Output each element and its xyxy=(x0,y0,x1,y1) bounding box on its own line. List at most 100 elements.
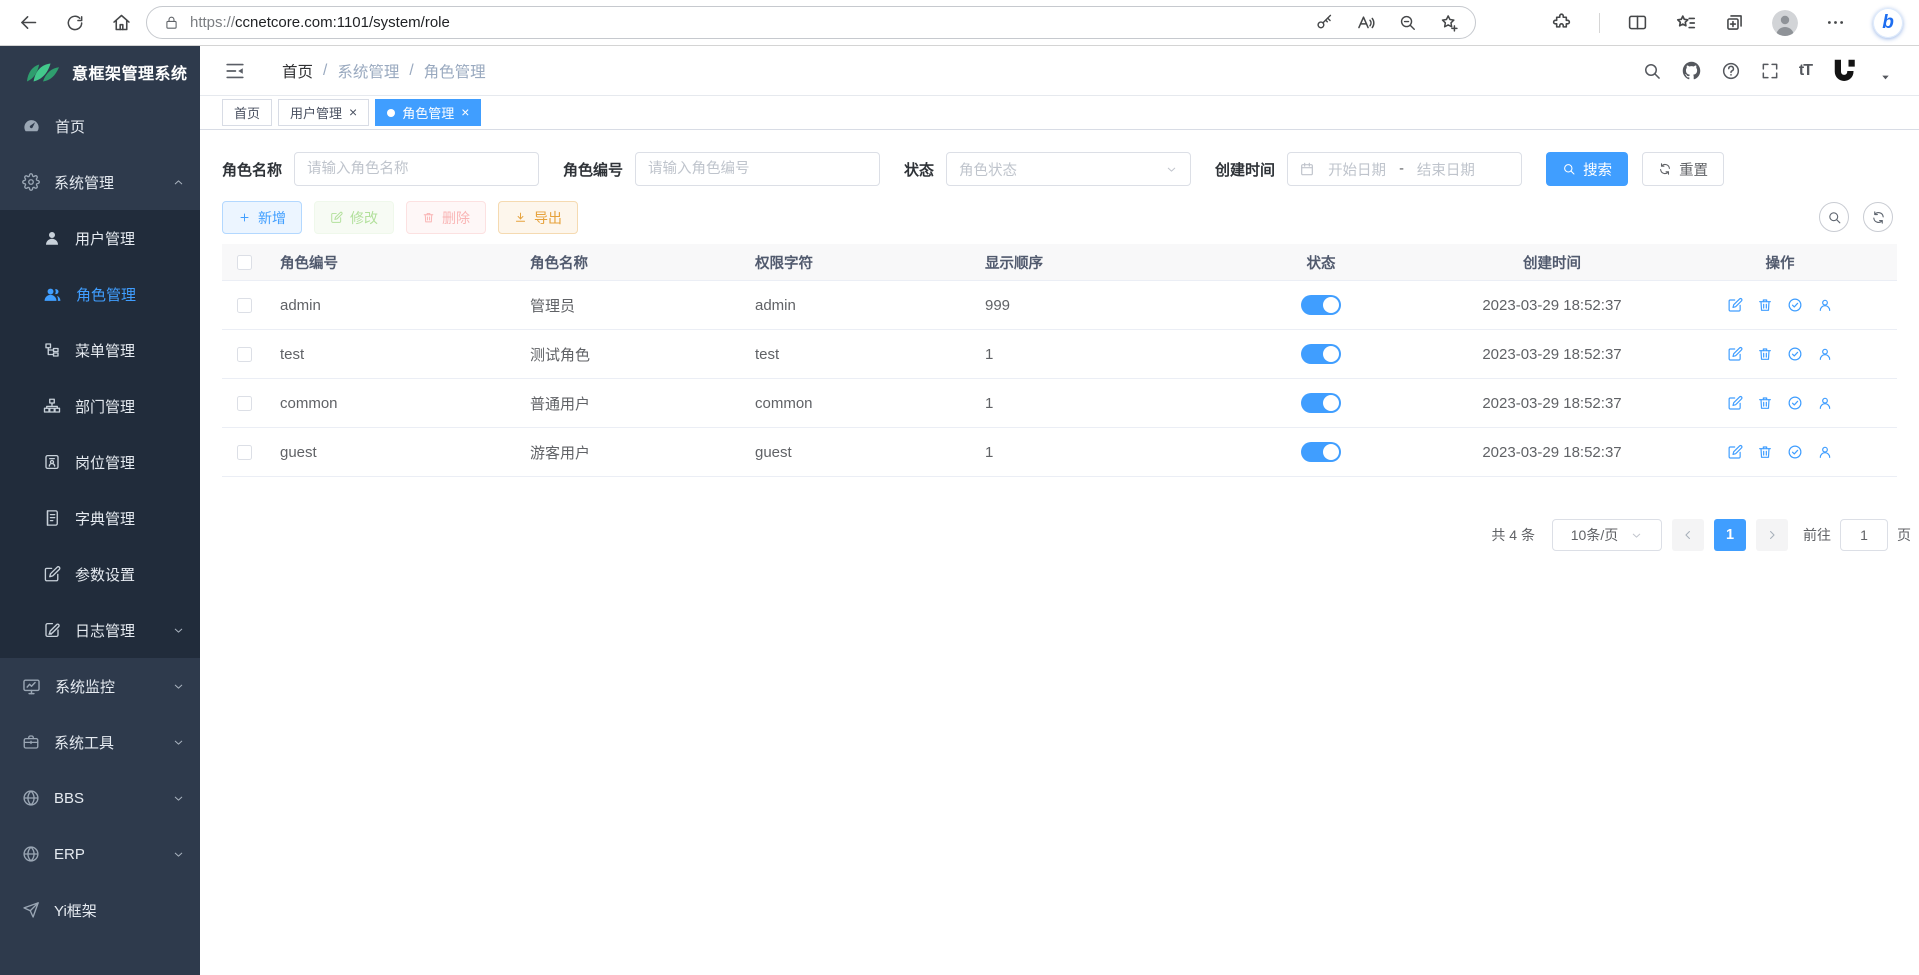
prev-page-button[interactable] xyxy=(1672,519,1704,551)
row-checkbox[interactable] xyxy=(237,396,252,411)
page-size-select[interactable]: 10条/页 xyxy=(1552,519,1662,551)
row-edit-icon[interactable] xyxy=(1727,297,1743,313)
role-code-input[interactable] xyxy=(635,152,880,186)
search-toggle-button[interactable] xyxy=(1819,202,1849,232)
settings-more-icon[interactable] xyxy=(1825,12,1846,33)
fullscreen-icon[interactable] xyxy=(1760,61,1780,81)
sidebar-item-dept-mgmt[interactable]: 部门管理 xyxy=(0,378,200,434)
status-select[interactable]: 角色状态 xyxy=(946,152,1191,186)
status-toggle[interactable] xyxy=(1301,442,1341,462)
github-icon[interactable] xyxy=(1681,60,1702,81)
breadcrumb-home[interactable]: 首页 xyxy=(282,60,313,82)
sidebar-item-system-mgmt[interactable]: 系统管理 xyxy=(0,154,200,210)
row-data-scope-icon[interactable] xyxy=(1787,395,1803,411)
add-button[interactable]: 新增 xyxy=(222,201,302,234)
delete-button[interactable]: 删除 xyxy=(406,201,486,234)
sidebar-item-bbs[interactable]: BBS xyxy=(0,770,200,826)
sidebar-item-yi-framework[interactable]: Yi框架 xyxy=(0,882,200,938)
profile-avatar[interactable] xyxy=(1772,10,1798,36)
row-delete-icon[interactable] xyxy=(1757,346,1773,362)
row-checkbox[interactable] xyxy=(237,298,252,313)
add-button-label: 新增 xyxy=(258,208,286,228)
zoom-out-icon[interactable] xyxy=(1398,13,1417,32)
lock-icon[interactable] xyxy=(163,14,180,31)
browser-essentials-icon[interactable] xyxy=(1551,12,1572,33)
calendar-icon xyxy=(1299,161,1315,177)
role-name-input[interactable] xyxy=(294,152,539,186)
read-aloud-icon[interactable] xyxy=(1356,13,1376,33)
select-all-checkbox[interactable] xyxy=(237,255,252,270)
row-edit-icon[interactable] xyxy=(1727,444,1743,460)
tab-home[interactable]: 首页 xyxy=(222,99,272,126)
row-edit-icon[interactable] xyxy=(1727,395,1743,411)
row-delete-icon[interactable] xyxy=(1757,297,1773,313)
sidebar-item-log-mgmt[interactable]: 日志管理 xyxy=(0,602,200,658)
row-assign-user-icon[interactable] xyxy=(1817,395,1833,411)
sidebar-item-param-settings[interactable]: 参数设置 xyxy=(0,546,200,602)
bing-chat-icon[interactable]: b xyxy=(1873,8,1903,38)
col-header-actions: 操作 xyxy=(1663,252,1897,273)
tab-user-mgmt[interactable]: 用户管理 × xyxy=(278,99,369,126)
page-1-button[interactable]: 1 xyxy=(1714,519,1746,551)
sidebar-item-role-mgmt[interactable]: 角色管理 xyxy=(0,266,200,322)
row-assign-user-icon[interactable] xyxy=(1817,346,1833,362)
split-screen-icon[interactable] xyxy=(1627,12,1648,33)
sidebar-item-user-mgmt[interactable]: 用户管理 xyxy=(0,210,200,266)
sidebar-item-system-monitor[interactable]: 系统监控 xyxy=(0,658,200,714)
status-toggle[interactable] xyxy=(1301,344,1341,364)
home-icon[interactable] xyxy=(111,12,132,33)
row-assign-user-icon[interactable] xyxy=(1817,444,1833,460)
tab-role-mgmt[interactable]: 角色管理 × xyxy=(375,99,481,126)
url-text[interactable]: https://ccnetcore.com:1101/system/role xyxy=(190,14,450,31)
order-cell: 1 xyxy=(971,346,1201,363)
close-icon[interactable]: × xyxy=(349,105,357,119)
breadcrumb-system[interactable]: 系统管理 xyxy=(337,60,399,82)
edit-button[interactable]: 修改 xyxy=(314,201,394,234)
order-cell: 999 xyxy=(971,297,1201,314)
sidebar-item-dict-mgmt[interactable]: 字典管理 xyxy=(0,490,200,546)
back-icon[interactable] xyxy=(18,12,39,33)
row-data-scope-icon[interactable] xyxy=(1787,346,1803,362)
row-delete-icon[interactable] xyxy=(1757,444,1773,460)
date-range-picker[interactable]: 开始日期 - 结束日期 xyxy=(1287,152,1522,186)
export-button[interactable]: 导出 xyxy=(498,201,578,234)
row-data-scope-icon[interactable] xyxy=(1787,297,1803,313)
row-assign-user-icon[interactable] xyxy=(1817,297,1833,313)
sidebar-toggle-icon[interactable] xyxy=(224,60,246,82)
row-edit-icon[interactable] xyxy=(1727,346,1743,362)
sidebar-item-post-mgmt[interactable]: 岗位管理 xyxy=(0,434,200,490)
goto-page-input[interactable] xyxy=(1840,519,1888,551)
favorites-icon[interactable] xyxy=(1675,12,1697,34)
status-toggle[interactable] xyxy=(1301,295,1341,315)
status-toggle[interactable] xyxy=(1301,393,1341,413)
user-icon xyxy=(43,229,61,247)
app-logo[interactable]: 意框架管理系统 xyxy=(0,46,200,98)
col-header-role-name: 角色名称 xyxy=(516,252,741,273)
app-navbar: 首页 / 系统管理 / 角色管理 tT xyxy=(200,46,1919,96)
sidebar-item-menu-mgmt[interactable]: 菜单管理 xyxy=(0,322,200,378)
row-data-scope-icon[interactable] xyxy=(1787,444,1803,460)
org-chart-icon xyxy=(43,397,61,415)
dropdown-caret-icon[interactable] xyxy=(1880,72,1891,83)
help-icon[interactable] xyxy=(1721,61,1741,81)
refresh-table-button[interactable] xyxy=(1863,202,1893,232)
font-size-icon[interactable]: tT xyxy=(1799,62,1812,80)
row-checkbox[interactable] xyxy=(237,347,252,362)
search-icon[interactable] xyxy=(1642,61,1662,81)
delete-button-label: 删除 xyxy=(442,208,470,228)
add-favorite-icon[interactable] xyxy=(1439,13,1459,33)
row-checkbox[interactable] xyxy=(237,445,252,460)
sidebar-item-home[interactable]: 首页 xyxy=(0,98,200,154)
user-logo-icon[interactable] xyxy=(1831,56,1861,86)
address-bar[interactable]: https://ccnetcore.com:1101/system/role xyxy=(146,6,1476,39)
sidebar-item-erp[interactable]: ERP xyxy=(0,826,200,882)
sidebar-item-system-tools[interactable]: 系统工具 xyxy=(0,714,200,770)
next-page-button[interactable] xyxy=(1756,519,1788,551)
password-key-icon[interactable] xyxy=(1315,13,1334,32)
row-delete-icon[interactable] xyxy=(1757,395,1773,411)
reset-button[interactable]: 重置 xyxy=(1642,152,1724,186)
reload-icon[interactable] xyxy=(65,13,85,33)
close-icon[interactable]: × xyxy=(461,105,469,119)
search-button[interactable]: 搜索 xyxy=(1546,152,1628,186)
collections-icon[interactable] xyxy=(1724,12,1745,33)
